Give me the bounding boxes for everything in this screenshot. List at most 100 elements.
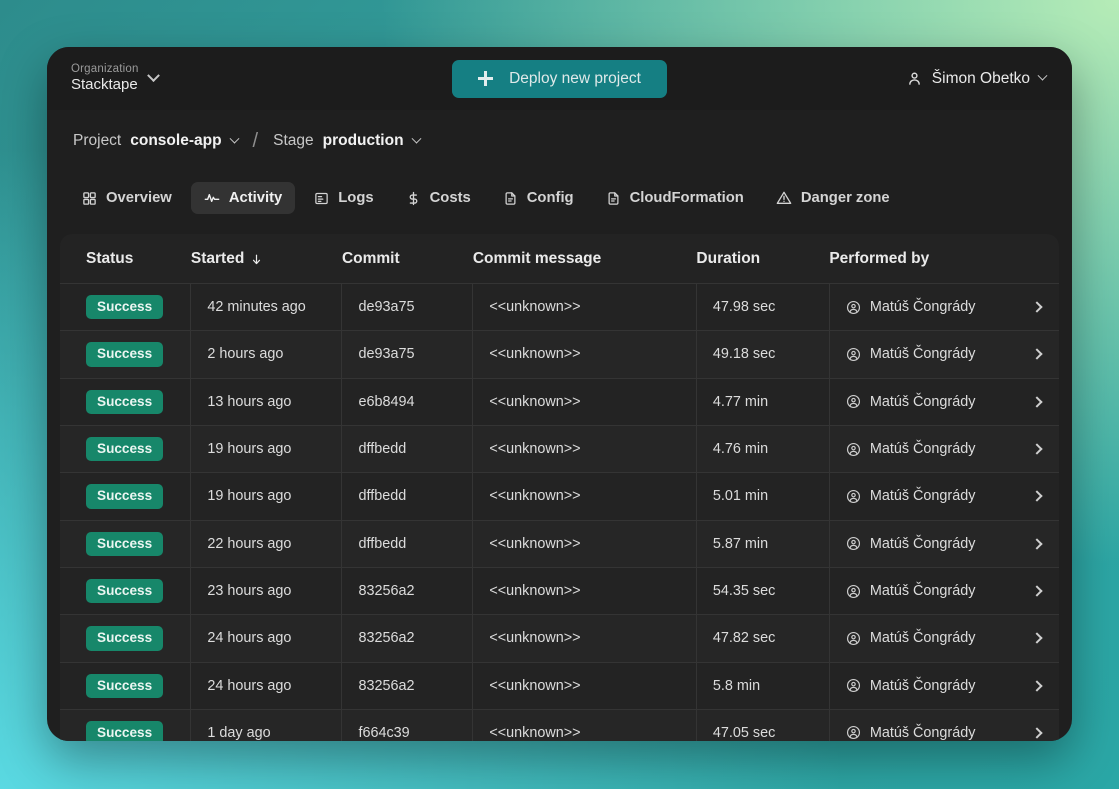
- table-row[interactable]: Success 22 hours ago dffbedd <<unknown>> 5.8…: [60, 519, 1059, 568]
- performed-by-user: Matúš Čongrády: [846, 678, 1016, 694]
- cell-row-action[interactable]: [1015, 472, 1059, 521]
- status-badge: Success: [86, 531, 164, 556]
- cell-row-action[interactable]: [1015, 708, 1059, 741]
- organization-text: Organization Stacktape: [71, 62, 139, 95]
- chevron-right-icon[interactable]: [1031, 396, 1043, 408]
- chevron-right-icon[interactable]: [1031, 585, 1043, 597]
- tab-activity[interactable]: Activity: [190, 182, 296, 214]
- performed-by-user: Matúš Čongrády: [846, 583, 1016, 599]
- cell-status: Success: [60, 661, 191, 710]
- tab-label: Activity: [228, 190, 283, 206]
- cell-commit: dffbedd: [341, 519, 473, 568]
- plus-icon: [478, 71, 494, 86]
- cell-row-action[interactable]: [1015, 330, 1059, 379]
- performed-by-name: Matúš Čongrády: [869, 346, 976, 363]
- tab-costs[interactable]: Costs: [393, 182, 484, 214]
- chevron-down-icon: [1037, 70, 1048, 81]
- stage-value: production: [322, 132, 404, 149]
- table-row[interactable]: Success 42 minutes ago de93a75 <<unknown>> 4…: [60, 282, 1059, 331]
- column-header-commit[interactable]: Commit: [342, 234, 473, 284]
- tab-config[interactable]: Config: [490, 182, 587, 214]
- column-header-duration[interactable]: Duration: [696, 234, 829, 284]
- table-row[interactable]: Success 1 day ago f664c39 <<unknown>> 47.05 …: [60, 708, 1059, 741]
- cell-row-action[interactable]: [1015, 614, 1059, 662]
- table-row[interactable]: Success 19 hours ago dffbedd <<unknown>> 4.7…: [60, 424, 1059, 473]
- status-badge: Success: [86, 578, 164, 604]
- tab-logs[interactable]: Logs: [301, 182, 386, 214]
- performed-by-user: Matúš Čongrády: [846, 725, 1016, 741]
- activity-table: Status Started Commit Commit message Dur…: [60, 234, 1059, 741]
- column-header-status[interactable]: Status: [60, 234, 191, 284]
- activity-pulse-icon: [204, 190, 220, 206]
- cell-commit-message: <<unknown>>: [472, 519, 697, 568]
- column-header-performed-by[interactable]: Performed by: [829, 234, 1015, 284]
- breadcrumb-separator: /: [252, 129, 259, 152]
- document-icon: [606, 191, 621, 206]
- column-header-performed-by-label: Performed by: [829, 250, 930, 267]
- avatar-icon: [846, 395, 860, 409]
- tab-cloudformation[interactable]: CloudFormation: [593, 182, 757, 214]
- cell-commit-message: <<unknown>>: [472, 566, 697, 615]
- column-header-status-label: Status: [86, 250, 134, 267]
- cell-status: Success: [60, 472, 191, 521]
- column-header-started[interactable]: Started: [191, 234, 342, 284]
- avatar-icon: [846, 679, 860, 693]
- breadcrumb-stage[interactable]: Stage production: [273, 132, 422, 150]
- column-header-commit-message[interactable]: Commit message: [473, 234, 697, 284]
- cell-row-action[interactable]: [1015, 661, 1059, 710]
- table-row[interactable]: Success 13 hours ago e6b8494 <<unknown>> 4.7…: [60, 377, 1059, 426]
- cell-duration: 47.05 sec: [695, 708, 830, 741]
- chevron-right-icon[interactable]: [1031, 490, 1043, 503]
- cell-row-action[interactable]: [1015, 519, 1059, 568]
- chevron-right-icon[interactable]: [1031, 538, 1043, 550]
- cell-row-action[interactable]: [1015, 424, 1059, 473]
- table-row[interactable]: Success 24 hours ago 83256a2 <<unknown>> 47.…: [60, 614, 1059, 662]
- cell-duration: 4.76 min: [695, 424, 830, 473]
- chevron-right-icon[interactable]: [1031, 443, 1043, 455]
- activity-table-card: Status Started Commit Commit message Dur…: [60, 234, 1059, 741]
- table-row[interactable]: Success 19 hours ago dffbedd <<unknown>> 5.0…: [60, 472, 1059, 521]
- cell-commit-message: <<unknown>>: [472, 377, 697, 426]
- user-menu[interactable]: Šimon Obetko: [906, 70, 1048, 88]
- avatar-icon: [846, 537, 860, 551]
- cell-commit-message: <<unknown>>: [472, 708, 697, 741]
- cell-row-action[interactable]: [1015, 282, 1059, 331]
- column-header-commit-label: Commit: [341, 250, 400, 267]
- cell-commit-message: <<unknown>>: [472, 282, 697, 331]
- chevron-right-icon[interactable]: [1031, 679, 1043, 692]
- chevron-right-icon[interactable]: [1031, 348, 1043, 361]
- chevron-right-icon[interactable]: [1031, 632, 1043, 645]
- cell-row-action[interactable]: [1015, 377, 1059, 426]
- cell-commit-message: <<unknown>>: [472, 661, 697, 710]
- avatar-icon: [846, 631, 860, 645]
- tab-label: Logs: [338, 190, 374, 206]
- organization-selector[interactable]: Organization Stacktape: [59, 58, 168, 99]
- performed-by-name: Matúš Čongrády: [869, 630, 976, 647]
- avatar-icon: [846, 631, 861, 646]
- deploy-new-project-button[interactable]: Deploy new project: [452, 59, 667, 98]
- table-row[interactable]: Success 24 hours ago 83256a2 <<unknown>> 5.8…: [60, 661, 1059, 710]
- cell-commit: 83256a2: [341, 661, 473, 710]
- table-row[interactable]: Success 2 hours ago de93a75 <<unknown>> 49.1…: [60, 330, 1059, 379]
- cell-commit-message: <<unknown>>: [472, 614, 697, 662]
- tab-overview[interactable]: Overview: [69, 182, 185, 214]
- avatar-icon: [846, 489, 860, 503]
- dollar-icon: [409, 191, 418, 205]
- organization-value: Stacktape: [71, 76, 138, 94]
- column-header-commit-message-label: Commit message: [472, 250, 602, 267]
- chevron-right-icon[interactable]: [1031, 301, 1043, 313]
- chevron-down-icon: [146, 69, 160, 83]
- stage-label: Stage: [273, 132, 314, 149]
- cell-row-action[interactable]: [1015, 566, 1059, 615]
- breadcrumb-project[interactable]: Project console-app: [73, 132, 239, 150]
- warning-triangle-icon: [776, 190, 792, 206]
- cell-commit: 83256a2: [341, 614, 473, 662]
- cell-performed-by: Matúš Čongrády: [828, 472, 1016, 521]
- cell-performed-by: Matúš Čongrády: [828, 330, 1016, 379]
- chevron-right-icon[interactable]: [1031, 727, 1043, 739]
- tab-danger-zone[interactable]: Danger zone: [763, 182, 903, 214]
- table-row[interactable]: Success 23 hours ago 83256a2 <<unknown>> 54.…: [60, 566, 1059, 615]
- status-badge: Success: [86, 626, 164, 651]
- status-badge: Success: [86, 484, 164, 509]
- status-badge: Success: [86, 673, 164, 698]
